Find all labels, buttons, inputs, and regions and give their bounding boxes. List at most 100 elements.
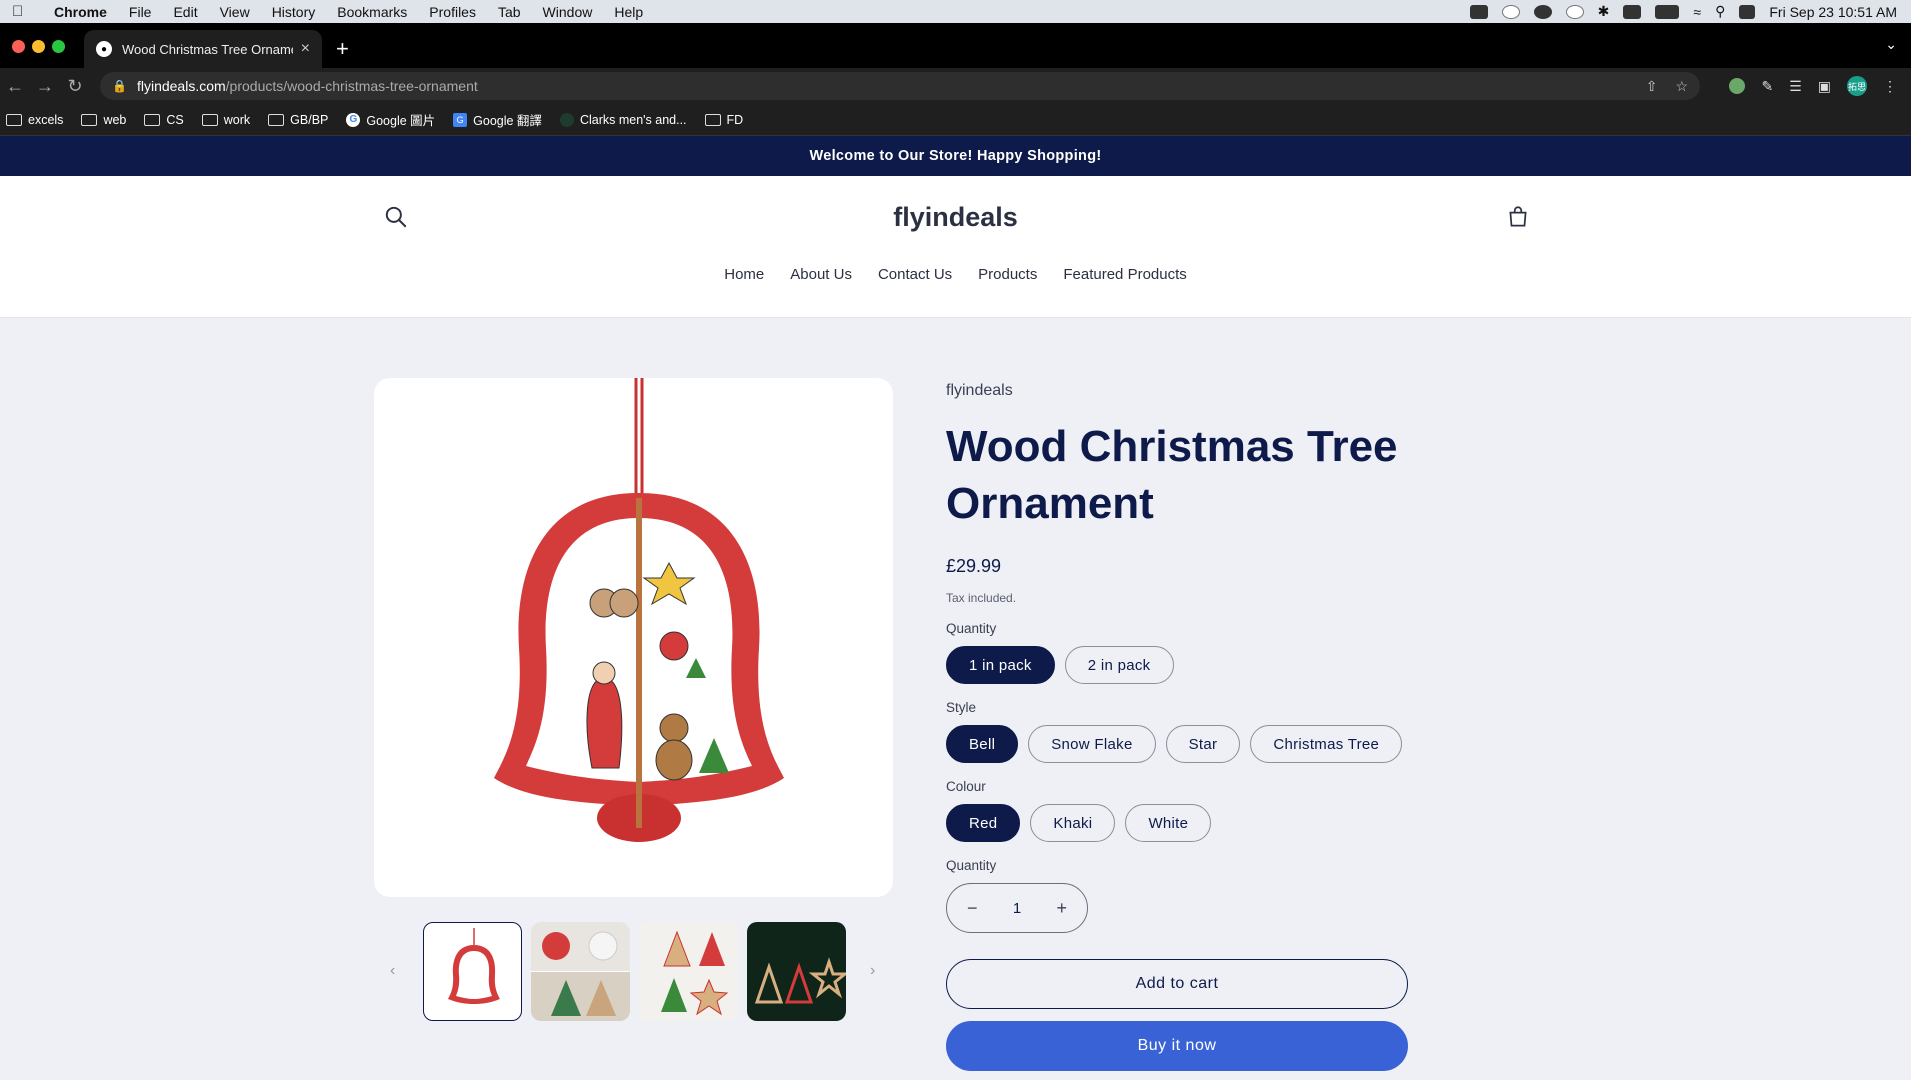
bookmark-web[interactable]: web [81,113,126,127]
media-play-icon[interactable] [1565,4,1584,19]
menu-bookmarks[interactable]: Bookmarks [337,4,407,20]
wifi-icon[interactable]: ≈ [1693,4,1701,20]
status-app-icon[interactable] [1501,4,1520,19]
menu-view[interactable]: View [220,4,250,20]
add-to-cart-button[interactable]: Add to cart [946,959,1408,1009]
bookmark-label: Google 圖片 [366,114,436,128]
nav-contact-us[interactable]: Contact Us [878,266,952,283]
folder-icon [144,113,161,126]
product-title: Wood Christmas Tree Ornament [946,422,1398,528]
window-close-button[interactable] [12,40,25,53]
style-option-star[interactable]: Star [1165,725,1241,763]
product-main-image[interactable] [374,378,893,897]
macos-menubar:  Chrome File Edit View History Bookmark… [0,0,1911,23]
store-logo[interactable]: flyindeals [0,202,1911,233]
thumbnail-all-styles[interactable] [639,922,738,1021]
wechat-icon[interactable] [1533,4,1552,19]
bookmark-excels[interactable]: excels [6,113,63,127]
cart-icon[interactable] [1505,204,1531,230]
spotlight-search-icon[interactable]: ⚲ [1715,3,1725,20]
new-tab-button[interactable]: + [336,36,349,62]
reload-icon[interactable]: ↻ [60,76,90,97]
menu-tab[interactable]: Tab [498,4,521,20]
slider-next-chevron-icon[interactable]: › [870,962,875,980]
share-icon[interactable]: ⇧ [1646,78,1658,95]
bookmark-google-translate[interactable]: G Google 翻譯 [453,110,542,129]
minus-icon[interactable]: − [967,898,978,919]
bookmark-label: FD [726,112,744,127]
reading-list-icon[interactable]: ☰ [1789,78,1802,95]
quantity-value[interactable]: 1 [1013,900,1021,917]
bookmark-cs[interactable]: CS [144,112,184,127]
quantity-label: Quantity [946,858,997,873]
tab-search-chevron-icon[interactable]: ⌄ [1885,36,1897,53]
extensions-area: ✎ ☰ ▣ 拓思 ⋮ [1729,76,1897,96]
back-arrow-icon[interactable]: ← [0,76,30,97]
menu-profiles[interactable]: Profiles [429,4,476,20]
menubar-clock[interactable]: Fri Sep 23 10:51 AM [1769,4,1897,20]
menubar-tray: ✱ ≈ ⚲ Fri Sep 23 10:51 AM [1469,3,1911,20]
thumbnail-snowflake-and-trees[interactable] [531,922,630,1021]
bookmark-work[interactable]: work [201,113,250,127]
colour-option-white[interactable]: White [1125,804,1212,842]
forward-arrow-icon[interactable]: → [30,76,60,97]
buy-it-now-button[interactable]: Buy it now [946,1021,1408,1071]
tab-close-icon[interactable]: × [301,40,310,58]
window-minimize-button[interactable] [32,40,45,53]
menu-app-chrome[interactable]: Chrome [54,4,107,20]
bookmark-label: Clarks men's and... [579,112,687,127]
colour-option-group: Red Khaki White [946,804,1416,842]
profile-avatar[interactable]: 拓思 [1847,76,1867,96]
bookmark-gb-bp[interactable]: GB/BP [268,113,328,127]
puzzle-extensions-icon[interactable]: ✎ [1761,78,1773,95]
nav-featured-products[interactable]: Featured Products [1063,266,1186,283]
menu-history[interactable]: History [272,4,316,20]
folder-icon [268,113,285,126]
quantity-stepper: − 1 + [946,883,1088,933]
url-host: flyindeals.com [136,78,226,94]
lock-icon[interactable]: 🔒 [112,79,127,93]
menu-edit[interactable]: Edit [173,4,197,20]
folder-icon [6,113,22,126]
style-option-bell[interactable]: Bell [946,725,1019,763]
colour-option-red[interactable]: Red [946,804,1021,842]
style-option-snow-flake[interactable]: Snow Flake [1028,725,1156,763]
pack-option-1-in-pack[interactable]: 1 in pack [946,646,1055,684]
thumbnail-bell[interactable] [423,922,522,1021]
browser-tab-active[interactable]: ● Wood Christmas Tree Ornament × [84,30,322,68]
nav-home[interactable]: Home [724,266,764,283]
nav-products[interactable]: Products [978,266,1037,283]
bookmark-star-icon[interactable]: ☆ [1675,78,1688,95]
bookmark-fd[interactable]: FD [704,112,744,127]
colour-option-label: Colour [946,779,986,794]
bookmark-clarks[interactable]: Clarks men's and... [559,112,687,127]
plus-icon[interactable]: + [1056,898,1067,919]
menu-file[interactable]: File [129,4,152,20]
apple-icon[interactable]:  [12,3,32,20]
side-panel-icon[interactable]: ▣ [1818,78,1831,95]
nav-about-us[interactable]: About Us [790,266,852,283]
bluetooth-icon[interactable]: ✱ [1598,3,1610,20]
menu-help[interactable]: Help [614,4,643,20]
window-zoom-button[interactable] [52,40,65,53]
battery-icon[interactable] [1655,4,1680,19]
bookmark-label: web [103,112,127,127]
slider-prev-chevron-icon[interactable]: ‹ [390,962,395,980]
input-source-icon[interactable] [1623,4,1642,19]
thumbnail-hanging-on-tree[interactable] [747,922,846,1021]
style-option-christmas-tree[interactable]: Christmas Tree [1250,725,1403,763]
extension-status-icon[interactable] [1729,78,1746,94]
address-bar[interactable]: 🔒 flyindeals.com/products/wood-christmas… [100,72,1700,100]
line-app-icon[interactable] [1469,4,1488,19]
pack-option-label: Quantity [946,621,997,636]
bookmark-label: CS [166,112,184,127]
bookmark-google-images[interactable]: G Google 圖片 [346,110,435,129]
menu-window[interactable]: Window [543,4,593,20]
pack-option-2-in-pack[interactable]: 2 in pack [1064,646,1174,684]
colour-option-khaki[interactable]: Khaki [1030,804,1116,842]
pack-option-group: 1 in pack 2 in pack [946,646,1416,684]
product-info: flyindeals Wood Christmas Tree Ornament … [946,382,1416,1071]
control-center-icon[interactable] [1739,4,1756,19]
chrome-menu-icon[interactable]: ⋮ [1883,78,1897,95]
style-option-group: Bell Snow Flake Star Christmas Tree [946,725,1416,763]
